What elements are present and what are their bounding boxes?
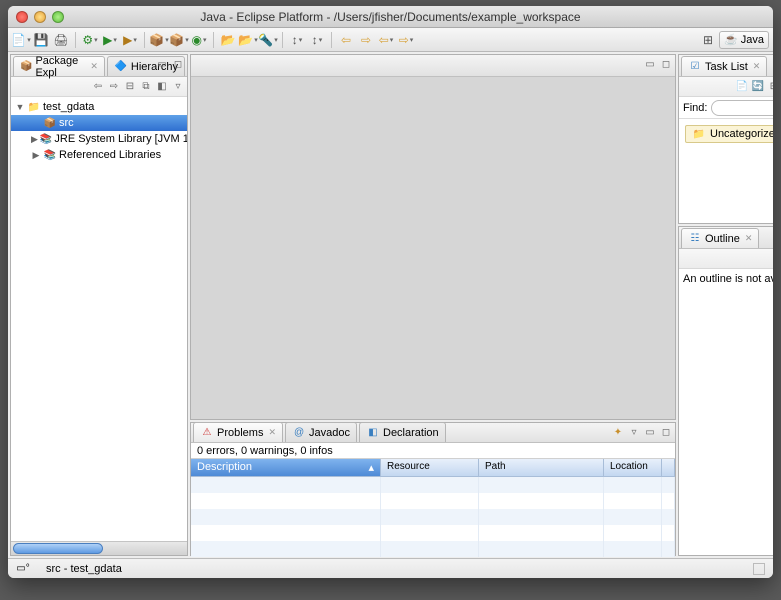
tree-ref-libs[interactable]: ▶ 📚 Referenced Libraries — [11, 147, 187, 163]
library-icon: 📚 — [43, 148, 57, 162]
save-button[interactable]: 💾 — [32, 31, 50, 49]
editor-area[interactable] — [191, 77, 675, 419]
declaration-icon: ◧ — [366, 426, 380, 440]
tab-package-explorer[interactable]: 📦 Package Expl ✕ — [13, 56, 105, 76]
run-button[interactable]: ▶ — [101, 31, 119, 49]
tab-declaration[interactable]: ◧ Declaration — [359, 422, 446, 442]
status-progress-icon[interactable] — [753, 563, 765, 575]
nav-annotation-button[interactable]: ↕ — [288, 31, 306, 49]
run-last-button[interactable]: ▶ — [121, 31, 139, 49]
hierarchy-icon: 🔷 — [114, 60, 128, 74]
col-extra[interactable] — [662, 459, 675, 477]
maximize-view-icon[interactable]: ◻ — [171, 57, 185, 71]
new-class-button[interactable]: 📦 — [170, 31, 188, 49]
new-type-button[interactable]: ◉ — [190, 31, 208, 49]
package-explorer-icon: 📦 — [20, 60, 32, 74]
close-icon[interactable]: ✕ — [90, 61, 98, 72]
tree-jre[interactable]: ▶ 📚 JRE System Library [JVM 1.5.0 (M — [11, 131, 187, 147]
tab-outline[interactable]: ☷ Outline ✕ — [681, 228, 759, 248]
tab-task-list[interactable]: ☑ Task List ✕ — [681, 56, 767, 76]
tab-javadoc[interactable]: @ Javadoc — [285, 422, 357, 442]
package-explorer-tree[interactable]: ▼ 📁 test_gdata 📦 src ▶ 📚 JRE System Libr… — [11, 97, 187, 541]
minimize-view-icon[interactable]: ▭ — [643, 57, 657, 71]
status-bar: ▭° src - test_gdata — [8, 558, 773, 578]
tab-problems[interactable]: ⚠ Problems ✕ — [193, 422, 283, 442]
history-back-button[interactable]: ⇦ — [377, 31, 395, 49]
problems-summary: 0 errors, 0 warnings, 0 infos — [191, 443, 675, 459]
task-list-icon: ☑ — [688, 60, 702, 74]
collapse-all-icon[interactable]: ⊟ — [767, 80, 773, 94]
close-icon[interactable]: ✕ — [268, 427, 276, 438]
forward-icon[interactable]: ⇨ — [107, 80, 121, 94]
horizontal-scrollbar[interactable] — [11, 541, 187, 555]
project-icon: 📁 — [27, 100, 41, 114]
find-label: Find: — [683, 102, 707, 114]
javadoc-icon: @ — [292, 426, 306, 440]
problems-icon: ⚠ — [200, 426, 214, 440]
perspective-label: Java — [741, 34, 764, 46]
debug-button[interactable]: ⚙ — [81, 31, 99, 49]
editor-tabbar: ▭ ◻ — [191, 55, 675, 77]
outline-message: An outline is not available. — [679, 269, 773, 555]
perspective-java[interactable]: ☕ Java — [719, 31, 769, 49]
task-category-uncategorized[interactable]: 📁 Uncategorized — [685, 125, 773, 143]
search-button[interactable]: 🔦 — [259, 31, 277, 49]
col-location[interactable]: Location — [604, 459, 662, 477]
open-type-button[interactable]: 📂 — [219, 31, 237, 49]
main-toolbar: 📄 💾 🖨 ⚙ ▶ ▶ 📦 📦 ◉ 📂 📂 🔦 ↕ ↕ ⇦ ⇨ ⇦ ⇨ ⊞ ☕ … — [8, 28, 773, 52]
maximize-view-icon[interactable]: ◻ — [659, 57, 673, 71]
forward-button[interactable]: ⇨ — [357, 31, 375, 49]
back-icon[interactable]: ⇦ — [91, 80, 105, 94]
new-package-button[interactable]: 📦 — [150, 31, 168, 49]
history-forward-button[interactable]: ⇨ — [397, 31, 415, 49]
back-button[interactable]: ⇦ — [337, 31, 355, 49]
close-icon[interactable]: ✕ — [753, 61, 761, 72]
collapse-all-icon[interactable]: ⊟ — [123, 80, 137, 94]
next-annotation-button[interactable]: ↕ — [308, 31, 326, 49]
new-task-icon[interactable]: 📄 — [735, 80, 749, 94]
refresh-icon[interactable]: 🔄 — [751, 80, 765, 94]
new-button[interactable]: 📄 — [12, 31, 30, 49]
col-description[interactable]: Description ▴ — [191, 459, 381, 477]
focus-task-icon[interactable]: ✦ — [611, 425, 625, 439]
open-perspective-button[interactable]: ⊞ — [699, 31, 717, 49]
tree-src[interactable]: 📦 src — [11, 115, 187, 131]
col-path[interactable]: Path — [479, 459, 604, 477]
task-list-body[interactable]: 📁 Uncategorized — [679, 119, 773, 223]
maximize-view-icon[interactable]: ◻ — [659, 425, 673, 439]
tree-project[interactable]: ▼ 📁 test_gdata — [11, 99, 187, 115]
close-icon[interactable]: ✕ — [745, 233, 753, 244]
view-menu-icon[interactable]: ▿ — [627, 425, 641, 439]
minimize-view-icon[interactable]: ▭ — [643, 425, 657, 439]
col-resource[interactable]: Resource — [381, 459, 479, 477]
find-input[interactable] — [711, 100, 773, 116]
link-editor-icon[interactable]: ⧉ — [139, 80, 153, 94]
problems-table-body[interactable] — [191, 477, 675, 557]
minimize-view-icon[interactable]: ▭ — [155, 57, 169, 71]
source-folder-icon: 📦 — [43, 116, 57, 130]
open-task-button[interactable]: 📂 — [239, 31, 257, 49]
window-title: Java - Eclipse Platform - /Users/jfisher… — [8, 10, 773, 24]
outline-icon: ☷ — [688, 232, 702, 246]
writable-icon: ▭° — [16, 562, 30, 576]
titlebar[interactable]: Java - Eclipse Platform - /Users/jfisher… — [8, 6, 773, 28]
problems-table-header: Description ▴ Resource Path Location — [191, 459, 675, 477]
status-text: src - test_gdata — [46, 563, 122, 575]
library-icon: 📚 — [40, 132, 52, 146]
filter-icon[interactable]: ◧ — [155, 80, 169, 94]
view-menu-icon[interactable]: ▿ — [171, 80, 185, 94]
print-button[interactable]: 🖨 — [52, 31, 70, 49]
folder-icon: 📁 — [692, 127, 706, 141]
